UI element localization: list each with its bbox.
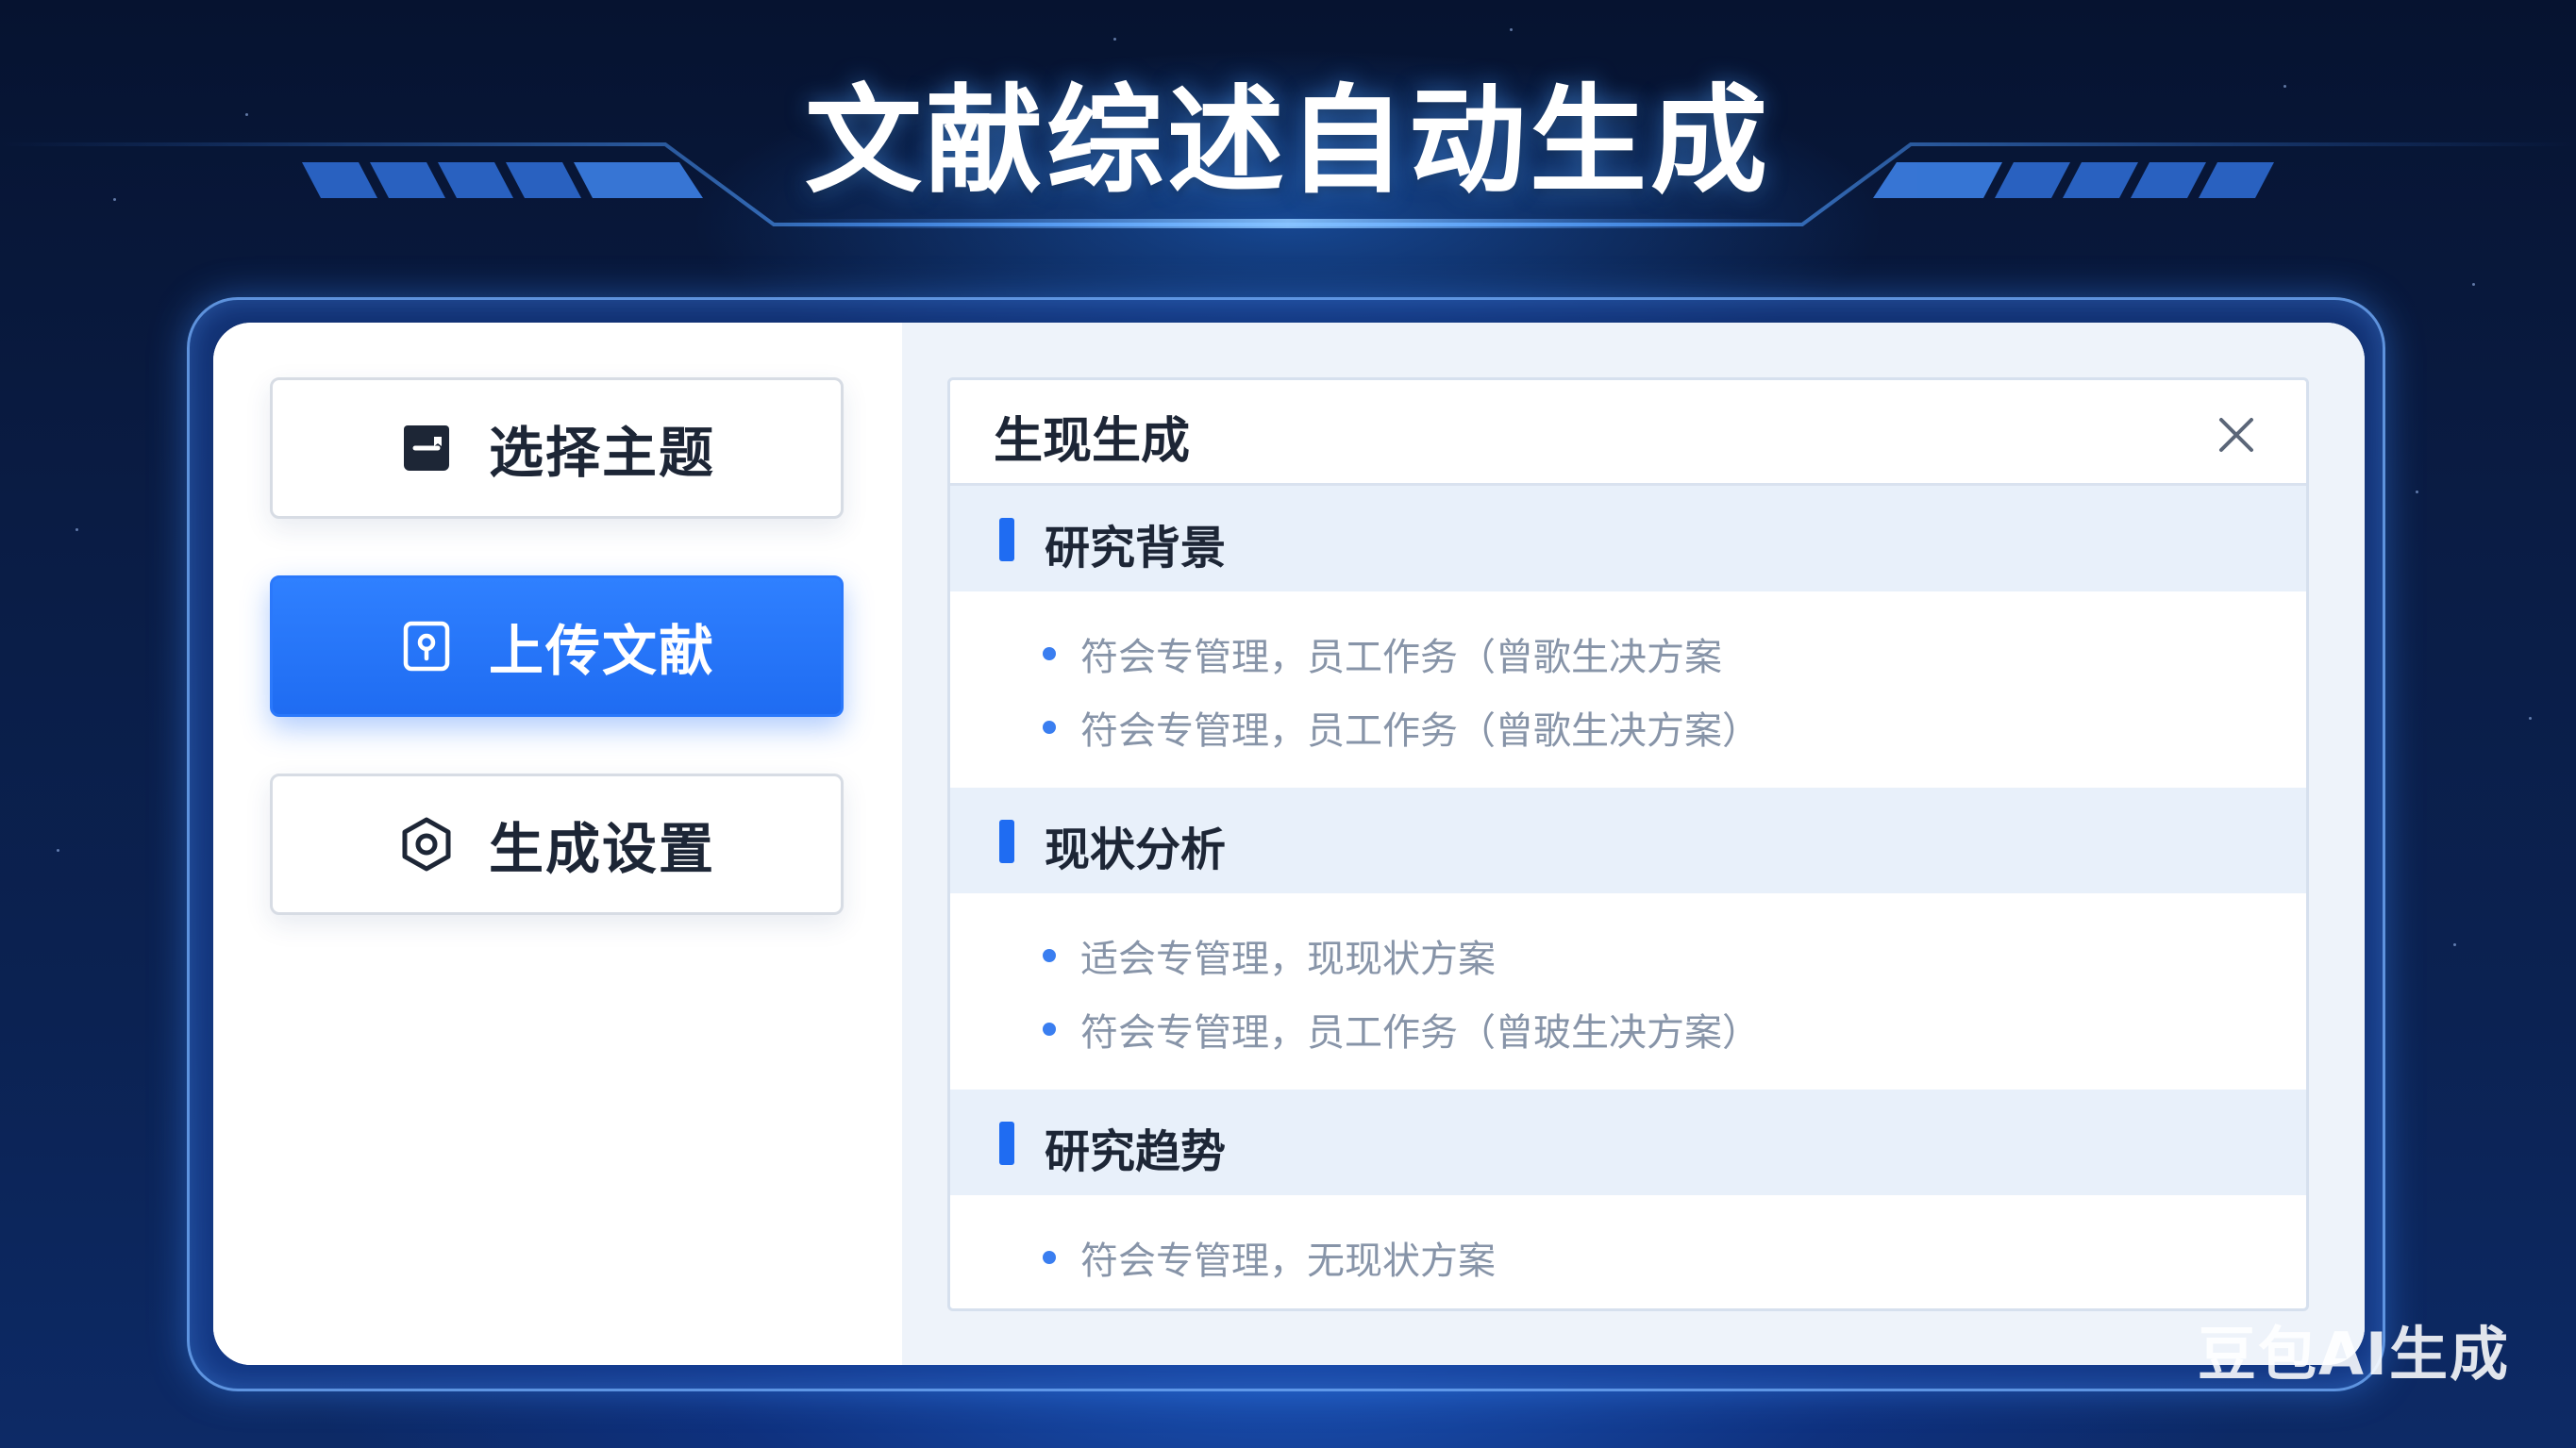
section-heading: 研究趋势 (1045, 1125, 1227, 1178)
list-item: 符会专管理，员工作务（曾歌生决方案 (1043, 627, 1722, 680)
bullet-dot (1043, 647, 1056, 660)
result-card-header: 生现生成 (950, 380, 2306, 486)
section-heading: 研究背景 (1045, 522, 1227, 574)
list-item-text: 适会专管理，现现状方案 (1080, 938, 1496, 981)
select-topic-button[interactable]: 选择主题 (270, 377, 844, 519)
bullet-dot (1043, 721, 1056, 734)
settings-hexagon-icon (402, 817, 451, 872)
list-item-text: 符会专管理，员工作务（曾歌生决方案） (1080, 709, 1760, 753)
list-item: 适会专管理，现现状方案 (1043, 929, 1496, 982)
generation-settings-button[interactable]: 生成设置 (270, 774, 844, 915)
result-card-title: 生现生成 (994, 413, 1191, 470)
list-item-text: 符会专管理，员工作务（曾歌生决方案 (1080, 636, 1722, 679)
sidebar: 选择主题 上传文献 生成设置 (213, 323, 902, 1365)
select-topic-label: 选择主题 (488, 421, 715, 485)
list-item: 符会专管理，员工作务（曾歌生决方案） (1043, 701, 1760, 754)
list-item-text: 符会专管理，员工作务（曾玻生决方案） (1080, 1011, 1760, 1055)
section-marker (999, 820, 1014, 863)
page-header: 文献综述自动生成 (0, 0, 2576, 283)
section-header-background: 研究背景 (950, 486, 2306, 591)
watermark: 豆包AI生成 (2197, 1320, 2510, 1389)
section-header-analysis: 现状分析 (950, 788, 2306, 893)
bullet-dot (1043, 1251, 1056, 1264)
bullet-dot (1043, 949, 1056, 962)
folder-icon (403, 425, 449, 471)
section-marker (999, 1122, 1014, 1165)
list-item: 符会专管理，员工作务（曾玻生决方案） (1043, 1003, 1760, 1056)
result-card: 生现生成 研究背景 符会专管理，员工作务（曾歌生决方案 符会专管理，员工作务（曾… (947, 377, 2309, 1311)
section-header-trends: 研究趋势 (950, 1090, 2306, 1195)
close-icon[interactable] (2216, 414, 2257, 456)
upload-document-button[interactable]: 上传文献 (270, 575, 844, 717)
section-marker (999, 518, 1014, 561)
bullet-dot (1043, 1023, 1056, 1036)
app-panel: 选择主题 上传文献 生成设置 生现生成 研究背景 符会专管理，员工作务（曾歌生决… (213, 323, 2365, 1365)
upload-document-icon (403, 621, 450, 672)
generation-settings-label: 生成设置 (488, 817, 715, 881)
section-heading: 现状分析 (1045, 824, 1227, 876)
page-title: 文献综述自动生成 (804, 74, 1771, 209)
list-item: 符会专管理，无现状方案 (1043, 1231, 1496, 1284)
upload-document-label: 上传文献 (488, 619, 715, 683)
list-item-text: 符会专管理，无现状方案 (1080, 1240, 1496, 1283)
